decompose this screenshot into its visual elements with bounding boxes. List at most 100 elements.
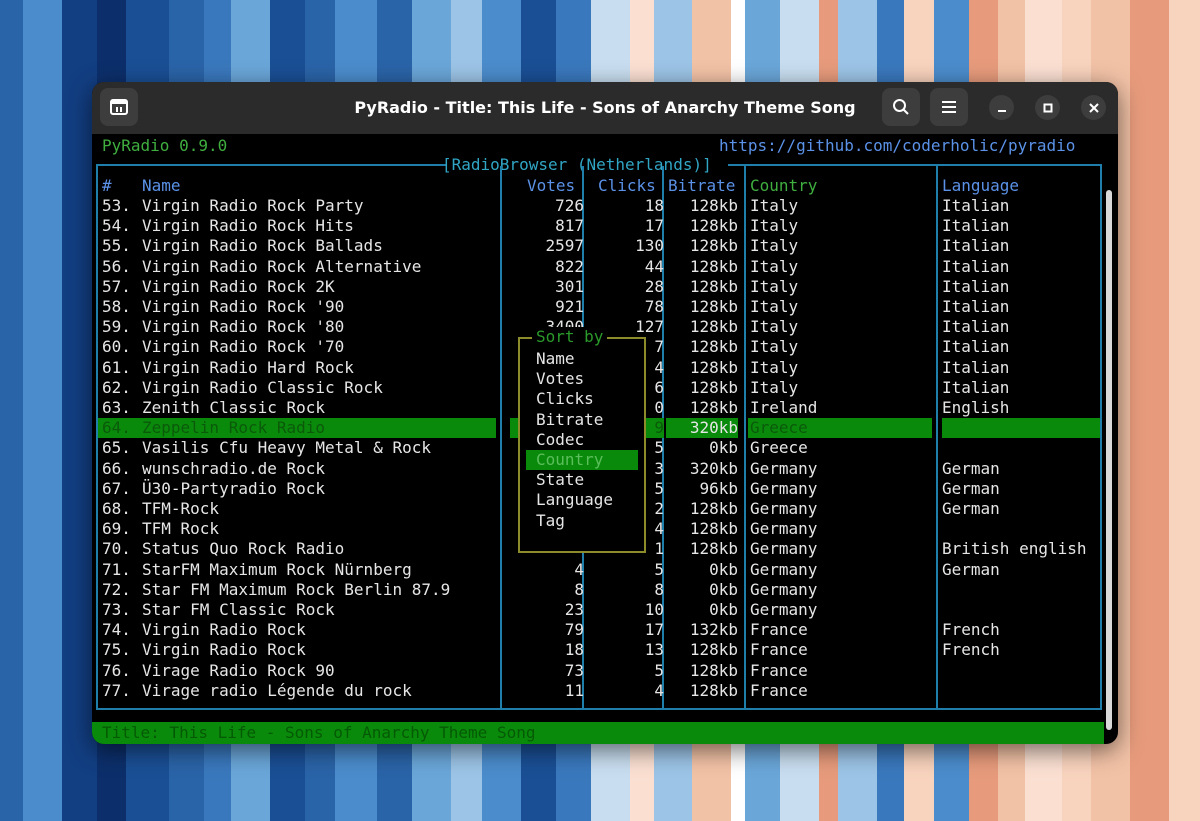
row-number: 69. — [102, 519, 131, 539]
station-row[interactable]: 58. Virgin Radio Rock '90 921 78 128kb Italy I… — [98, 297, 1100, 317]
row-number: 61. — [102, 357, 131, 377]
station-country: France — [750, 620, 808, 640]
station-country: Italy — [750, 216, 799, 236]
station-name: Star FM Maximum Rock Berlin 87.9 — [142, 579, 451, 599]
station-bitrate: 132kb — [689, 620, 738, 640]
search-button[interactable] — [882, 88, 920, 126]
project-url[interactable]: https://github.com/coderholic/pyradio — [719, 136, 1075, 156]
station-row[interactable]: 54. Virgin Radio Rock Hits 817 17 128kb Italy… — [98, 216, 1100, 236]
minimize-button[interactable] — [989, 95, 1014, 120]
panel-border-top-left — [96, 164, 446, 166]
station-bitrate: 0kb — [709, 579, 738, 599]
station-name: Status Quo Rock Radio — [142, 539, 345, 559]
station-country: Italy — [750, 317, 799, 337]
station-name: Zenith Classic Rock — [142, 398, 326, 417]
station-votes: 73 — [564, 660, 584, 680]
station-votes: 79 — [564, 620, 584, 640]
station-row[interactable]: 56. Virgin Radio Rock Alternative 822 44 128… — [98, 257, 1100, 277]
station-row[interactable]: 72. Star FM Maximum Rock Berlin 87.9 8 8 0kb… — [98, 580, 1100, 600]
station-language: French — [942, 620, 1000, 640]
station-votes: 301 — [555, 276, 584, 296]
status-bar: Title: This Life - Sons of Anarchy Theme… — [92, 722, 1104, 744]
row-number: 55. — [102, 236, 131, 256]
menu-button[interactable] — [930, 88, 968, 126]
sort-option-tag[interactable]: Tag — [526, 511, 638, 531]
station-country: Germany — [750, 499, 818, 518]
station-bitrate: 128kb — [689, 499, 738, 518]
station-language: Italian — [942, 357, 1010, 377]
sort-option-state[interactable]: State — [526, 470, 638, 490]
new-tab-button[interactable] — [100, 88, 138, 126]
station-language: French — [942, 640, 1000, 660]
station-votes: 11 — [564, 680, 584, 700]
station-clicks: 5 — [654, 660, 664, 680]
station-row[interactable]: 74. Virgin Radio Rock 79 17 132kb France Frenc… — [98, 620, 1100, 640]
station-bitrate: 128kb — [689, 276, 738, 296]
station-bitrate: 128kb — [689, 256, 738, 276]
sort-option-country[interactable]: Country — [526, 450, 638, 470]
panel-border-bottom — [96, 708, 1102, 710]
station-bitrate: 0kb — [709, 559, 738, 579]
sort-option-codec[interactable]: Codec — [526, 430, 638, 450]
station-row[interactable]: 55. Virgin Radio Rock Ballads 2597 130 128kb… — [98, 236, 1100, 256]
scrollbar[interactable] — [1106, 190, 1112, 730]
close-button[interactable] — [1081, 95, 1106, 120]
close-icon — [1088, 102, 1099, 113]
row-number: 53. — [102, 196, 131, 215]
sort-option-clicks[interactable]: Clicks — [526, 389, 638, 409]
maximize-button[interactable] — [1035, 95, 1060, 120]
sort-option-name[interactable]: Name — [526, 349, 638, 369]
background-stripe — [0, 0, 24, 821]
station-name: StarFM Maximum Rock Nürnberg — [142, 559, 412, 579]
row-number: 76. — [102, 660, 131, 680]
station-row[interactable]: 53. Virgin Radio Rock Party 726 18 128kb Ital… — [98, 196, 1100, 216]
station-bitrate: 128kb — [689, 337, 738, 357]
station-bitrate: 128kb — [689, 357, 738, 377]
row-number: 56. — [102, 256, 131, 276]
row-number: 74. — [102, 620, 131, 640]
sort-option-bitrate[interactable]: Bitrate — [526, 410, 638, 430]
station-row[interactable]: 77. Virage radio Légende du rock 11 4 128kb F… — [98, 681, 1100, 701]
sort-option-language[interactable]: Language — [526, 490, 638, 510]
selection-highlight — [942, 418, 1100, 439]
station-language: Italian — [942, 196, 1010, 215]
app-version: PyRadio 0.9.0 — [102, 136, 228, 155]
window-title: PyRadio - Title: This Life - Sons of Ana… — [354, 98, 856, 117]
station-name: Ü30-Partyradio Rock — [142, 478, 326, 498]
station-votes: 726 — [555, 196, 584, 215]
station-clicks: 8 — [654, 579, 664, 599]
station-country: Italy — [750, 357, 799, 377]
station-country: Greece — [750, 418, 808, 438]
station-votes: 2597 — [545, 236, 584, 256]
station-country: Italy — [750, 377, 799, 397]
terminal-area[interactable]: PyRadio 0.9.0 https://github.com/coderho… — [92, 134, 1118, 744]
station-language: German — [942, 458, 1000, 478]
station-clicks: 130 — [635, 236, 664, 256]
status-text: Title: This Life - Sons of Anarchy Theme… — [102, 723, 536, 742]
station-row[interactable]: 73. Star FM Classic Rock 23 10 0kb Germany — [98, 600, 1100, 620]
station-bitrate: 320kb — [689, 418, 738, 438]
station-language: German — [942, 478, 1000, 498]
station-country: Italy — [750, 297, 799, 316]
col-header-name: Name — [142, 176, 181, 195]
station-bitrate: 128kb — [689, 377, 738, 397]
search-icon — [893, 99, 909, 115]
sort-option-votes[interactable]: Votes — [526, 369, 638, 389]
station-language: German — [942, 559, 1000, 579]
station-language: Italian — [942, 317, 1010, 337]
station-name: Virgin Radio Rock — [142, 620, 306, 640]
station-language: German — [942, 499, 1000, 518]
station-bitrate: 128kb — [689, 216, 738, 236]
station-row[interactable]: 76. Virage Radio Rock 90 73 5 128kb France — [98, 661, 1100, 681]
station-row[interactable]: 57. Virgin Radio Rock 2K 301 28 128kb Italy It… — [98, 277, 1100, 297]
station-language: Italian — [942, 236, 1010, 256]
background-stripe — [1129, 0, 1169, 821]
station-clicks: 28 — [644, 276, 664, 296]
station-row[interactable]: 75. Virgin Radio Rock 18 13 128kb France Frenc… — [98, 640, 1100, 660]
station-name: Virgin Radio Rock '80 — [142, 317, 345, 337]
row-number: 77. — [102, 680, 131, 700]
station-clicks: 18 — [644, 196, 664, 215]
station-clicks: 5 — [654, 559, 664, 579]
station-row[interactable]: 71. StarFM Maximum Rock Nürnberg 4 5 0kb Germ… — [98, 560, 1100, 580]
station-clicks: 78 — [644, 297, 664, 316]
